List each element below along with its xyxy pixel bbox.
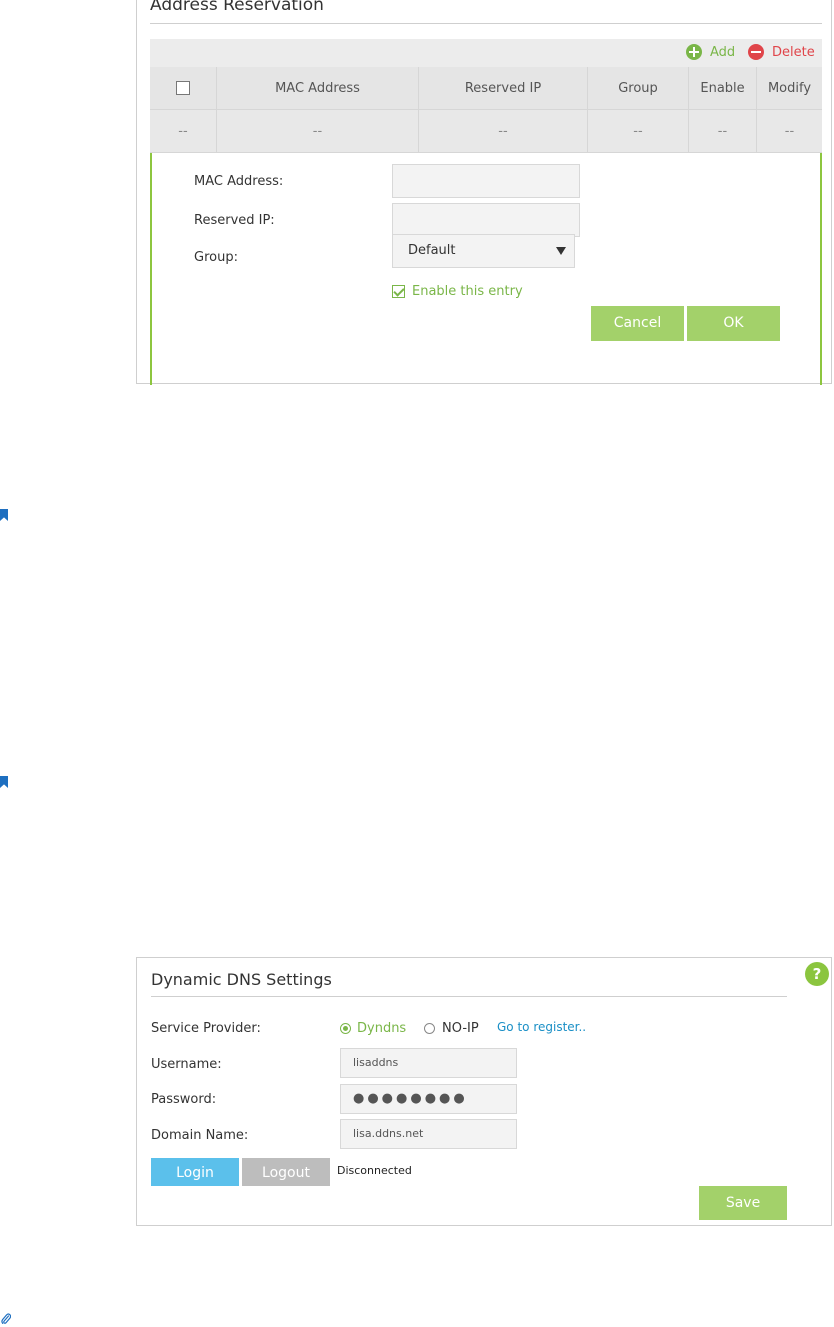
ok-button[interactable]: OK [687,306,780,341]
plus-circle-icon [686,44,702,60]
col-enable: Enable [688,67,757,110]
panel-title: Address Reservation [150,0,324,15]
group-select[interactable]: Default [392,234,575,268]
add-label: Add [710,44,736,60]
mac-address-label: MAC Address: [194,174,284,189]
panel-title: Dynamic DNS Settings [151,970,332,989]
table-cell: -- [587,109,689,153]
noip-label[interactable]: NO-IP [442,1021,479,1036]
password-label: Password: [151,1092,217,1107]
username-label: Username: [151,1057,222,1072]
table-cell: -- [216,109,419,153]
col-modify: Modify [756,67,822,110]
dynamic-dns-panel: Dynamic DNS Settings ? Service Provider:… [136,957,832,1226]
mac-address-input[interactable] [392,164,580,198]
radio-dyndns[interactable] [340,1023,351,1034]
username-input[interactable]: lisaddns [340,1048,517,1078]
help-icon[interactable]: ? [805,962,829,986]
bookmark-icon[interactable] [0,509,8,521]
title-divider [151,996,787,997]
minus-circle-icon [748,44,764,60]
group-label: Group: [194,250,238,265]
cancel-button[interactable]: Cancel [591,306,684,341]
group-selected-value: Default [408,243,456,258]
check-icon [392,285,405,298]
col-reserved-ip: Reserved IP [418,67,588,110]
address-reservation-panel: Address Reservation Add Delete MAC Addre… [136,0,832,385]
select-all-cell [150,67,217,110]
enable-entry-label: Enable this entry [412,284,523,299]
add-button[interactable]: Add [686,41,735,63]
domain-name-input[interactable]: lisa.ddns.net [340,1119,517,1149]
delete-label: Delete [772,44,815,60]
col-mac-address: MAC Address [216,67,419,110]
reservation-edit-form: MAC Address: Reserved IP: Group: Default… [150,153,822,385]
reserved-ip-input[interactable] [392,203,580,237]
table-cell: -- [418,109,588,153]
paperclip-icon[interactable] [1,1313,11,1325]
col-group: Group [587,67,689,110]
table-row: -- -- -- -- -- -- [150,109,822,153]
table-header-row: MAC Address Reserved IP Group Enable Mod… [150,67,822,110]
select-all-checkbox[interactable] [176,81,190,95]
login-button[interactable]: Login [151,1158,239,1186]
dyndns-label[interactable]: Dyndns [357,1021,406,1036]
domain-name-label: Domain Name: [151,1128,249,1143]
bookmark-icon[interactable] [0,776,8,788]
table-cell: -- [150,109,217,153]
table-toolbar: Add Delete [150,39,822,67]
delete-button[interactable]: Delete [748,41,815,63]
reserved-ip-label: Reserved IP: [194,213,275,228]
table-cell: -- [688,109,757,153]
reservation-table: MAC Address Reserved IP Group Enable Mod… [150,67,822,153]
connection-status: Disconnected [337,1164,412,1177]
title-divider [150,23,822,24]
table-cell: -- [756,109,822,153]
caret-down-icon [556,247,566,255]
logout-button[interactable]: Logout [242,1158,330,1186]
enable-entry-checkbox[interactable]: Enable this entry [392,284,523,299]
service-provider-label: Service Provider: [151,1021,261,1036]
save-button[interactable]: Save [699,1186,787,1220]
radio-noip[interactable] [424,1023,435,1034]
password-input[interactable]: ●●●●●●●● [340,1084,517,1114]
register-link[interactable]: Go to register.. [497,1020,586,1034]
